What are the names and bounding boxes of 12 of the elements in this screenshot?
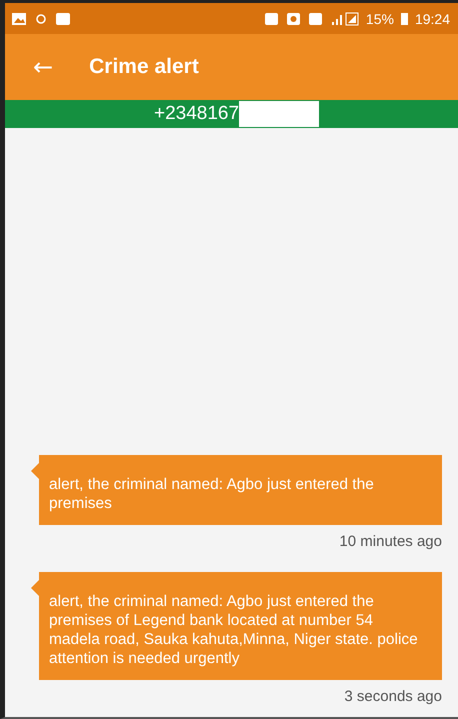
message-bubble: alert, the criminal named: Agbo just entered the premises of Legend bank located at number 54 madela road, Sauka kahuta,Minna, Niger state. police attention is needed urgently: [31, 572, 442, 680]
battery-icon: [400, 12, 409, 26]
clock-time: 19:24: [414, 10, 450, 26]
message-time: 10 minutes ago: [339, 533, 442, 550]
battery-percent: 15%: [366, 10, 394, 26]
signal-icon: [330, 12, 360, 26]
back-button[interactable]: ←: [33, 53, 54, 81]
message-time: 3 seconds ago: [344, 688, 442, 705]
phone-number: +2348167: [154, 103, 240, 125]
app-title: Crime alert: [89, 55, 199, 79]
message-bubble: alert, the criminal named: Agbo just entered the premises: [31, 455, 442, 525]
image-icon: [11, 12, 27, 26]
